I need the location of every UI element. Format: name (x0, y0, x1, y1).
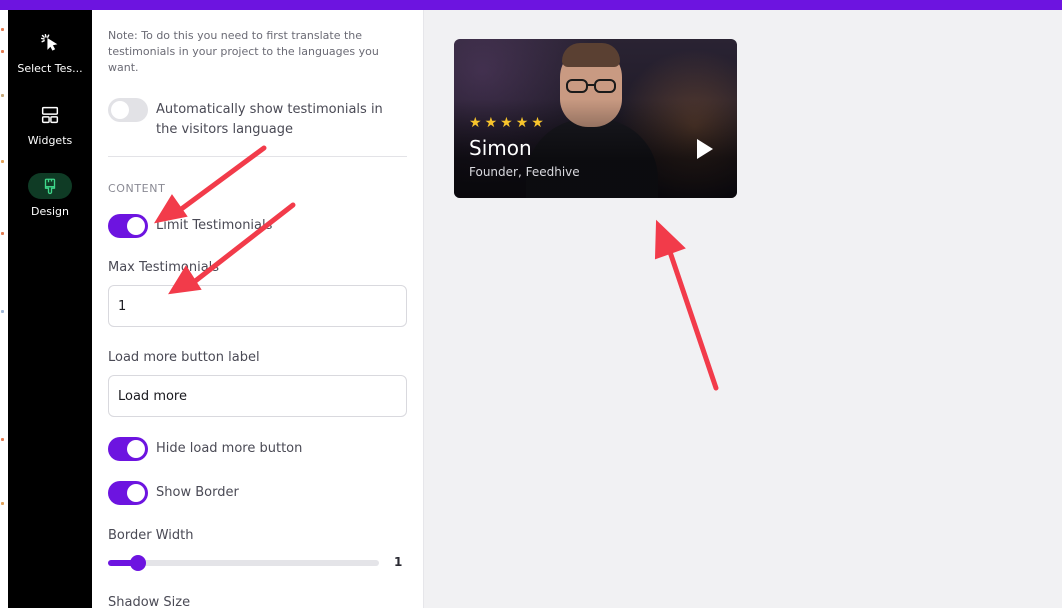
limit-testimonials-label: Limit Testimonials (156, 218, 273, 233)
annotation-arrow (665, 243, 719, 391)
paintbrush-icon (28, 173, 72, 199)
play-icon[interactable] (697, 139, 713, 159)
settings-panel: Note: To do this you need to first trans… (92, 10, 424, 608)
hide-load-more-label: Hide load more button (156, 441, 303, 456)
auto-translate-toggle[interactable] (108, 98, 148, 122)
testimonial-video-card[interactable]: ★ ★ ★ ★ ★ Simon Founder, Feedhive (454, 39, 737, 198)
left-edge-strip (0, 10, 8, 608)
limit-testimonials-toggle[interactable] (108, 214, 148, 238)
star-icon: ★ (500, 115, 513, 131)
rail-item-select-testimonials[interactable]: Select Tes... (8, 30, 92, 75)
speaker-hair (562, 43, 620, 67)
star-icon: ★ (469, 115, 482, 131)
rating-stars: ★ ★ ★ ★ ★ (469, 116, 544, 130)
max-testimonials-label: Max Testimonials (108, 260, 220, 275)
layout-icon (8, 102, 92, 128)
auto-translate-row: Automatically show testimonials in the v… (108, 98, 400, 140)
star-icon: ★ (515, 115, 529, 131)
star-icon: ★ (531, 115, 544, 131)
cursor-click-icon (8, 30, 92, 56)
border-width-label: Border Width (108, 528, 194, 543)
testimonial-role: Founder, Feedhive (469, 165, 580, 179)
show-border-toggle[interactable] (108, 481, 148, 505)
slider-thumb[interactable] (129, 555, 146, 571)
testimonial-name: Simon (469, 136, 532, 160)
rail-item-label: Select Tes... (17, 62, 83, 75)
show-border-label: Show Border (156, 485, 239, 500)
hide-load-more-toggle[interactable] (108, 437, 148, 461)
rail-item-design[interactable]: Design (8, 173, 92, 218)
star-icon: ★ (484, 115, 498, 131)
load-more-input[interactable] (108, 375, 407, 417)
hide-load-more-row: Hide load more button (108, 437, 302, 461)
border-width-value: 1 (394, 555, 403, 569)
shadow-size-label: Shadow Size (108, 595, 191, 608)
content-section-title: CONTENT (108, 182, 166, 195)
show-border-row: Show Border (108, 481, 239, 505)
speaker-glasses (566, 79, 616, 93)
rail-item-label: Design (31, 205, 69, 218)
translation-note: Note: To do this you need to first trans… (108, 29, 379, 74)
annotation-arrow-head (654, 219, 686, 260)
load-more-label: Load more button label (108, 350, 260, 365)
rail-item-widgets[interactable]: Widgets (8, 102, 92, 147)
sidebar-rail: Select Tes... Widgets Design (8, 10, 92, 608)
section-divider (108, 156, 407, 157)
auto-translate-label: Automatically show testimonials in the v… (156, 102, 383, 137)
top-accent-bar (0, 0, 1062, 10)
border-width-slider[interactable] (108, 555, 379, 571)
limit-testimonials-row: Limit Testimonials (108, 214, 272, 238)
max-testimonials-input[interactable] (108, 285, 407, 327)
rail-item-label: Widgets (27, 134, 73, 147)
